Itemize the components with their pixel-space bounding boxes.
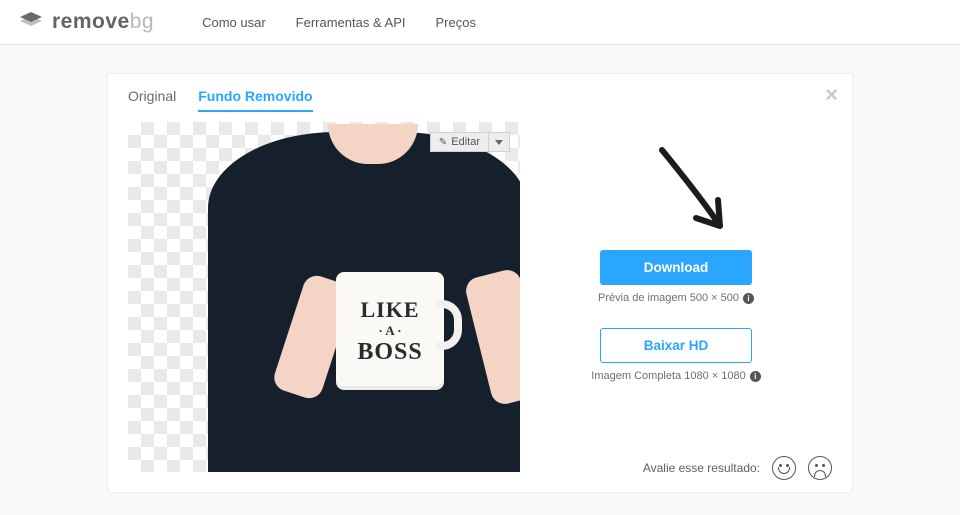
edit-label: Editar [451,136,480,148]
result-card: × Original Fundo Removido LIKE · A · BOS… [107,73,853,493]
download-hd-button[interactable]: Baixar HD [600,328,752,363]
mug-graphic: LIKE · A · BOSS [336,272,444,390]
logo-text: removebg [52,10,154,34]
rating-bar: Avalie esse resultado: [643,456,832,480]
annotation-arrow-icon [650,142,740,242]
download-panel: Download Prévia de imagem 500 × 500 i Ba… [520,122,832,472]
logo-icon [18,12,44,32]
main-nav: Como usar Ferramentas & API Preços [202,15,476,30]
nav-tools-api[interactable]: Ferramentas & API [296,15,406,30]
rating-prompt: Avalie esse resultado: [643,461,760,475]
chevron-down-icon [495,140,503,145]
tab-removed-bg[interactable]: Fundo Removido [198,88,312,112]
tab-original[interactable]: Original [128,88,176,112]
rate-sad-icon[interactable] [808,456,832,480]
result-tabs: Original Fundo Removido [128,88,832,112]
nav-pricing[interactable]: Preços [435,15,475,30]
edit-button-group: ✎ Editar [430,132,510,152]
result-image: LIKE · A · BOSS ✎ Editar [128,122,520,472]
edit-button[interactable]: ✎ Editar [430,132,489,152]
rate-happy-icon[interactable] [772,456,796,480]
info-icon[interactable]: i [743,293,754,304]
download-hd-caption: Imagem Completa 1080 × 1080 i [591,370,760,382]
close-icon[interactable]: × [825,84,838,106]
edit-dropdown-button[interactable] [489,132,510,152]
nav-how-to[interactable]: Como usar [202,15,266,30]
download-button[interactable]: Download [600,250,752,285]
info-icon[interactable]: i [750,371,761,382]
wand-icon: ✎ [439,137,447,148]
download-caption: Prévia de imagem 500 × 500 i [598,292,754,304]
person-cutout: LIKE · A · BOSS [208,122,520,472]
app-header: removebg Como usar Ferramentas & API Pre… [0,0,960,45]
logo[interactable]: removebg [18,10,154,34]
